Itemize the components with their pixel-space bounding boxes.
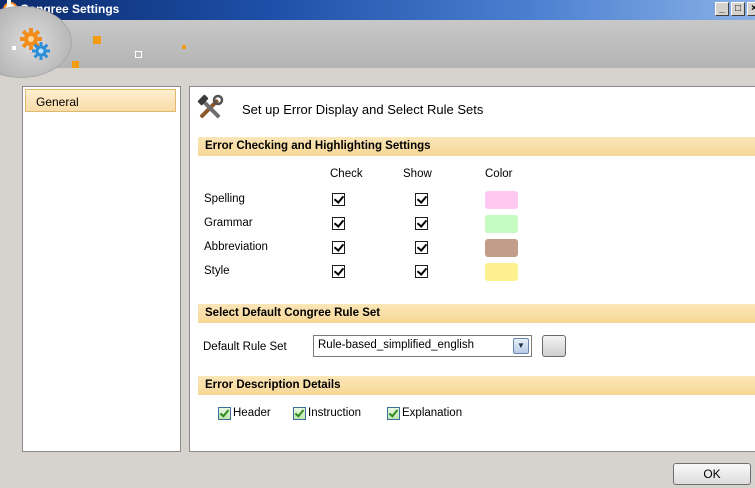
- section-header-rule-set: Select Default Congree Rule Set: [198, 304, 755, 323]
- column-header-show: Show: [403, 168, 432, 180]
- navigation-panel: General: [22, 86, 181, 452]
- grammar-check-checkbox[interactable]: [332, 217, 345, 230]
- decor-square: [12, 46, 16, 50]
- decor-square: [72, 61, 79, 68]
- grammar-color-swatch[interactable]: [485, 215, 518, 233]
- section-header-error-settings: Error Checking and Highlighting Settings: [198, 137, 755, 156]
- column-header-check: Check: [330, 168, 363, 180]
- decor-square: [93, 36, 101, 44]
- rule-set-dropdown[interactable]: Rule-based_simplified_english ▼: [313, 335, 532, 357]
- row-label-style: Style: [204, 265, 230, 277]
- header-option-label: Header: [233, 407, 271, 419]
- page-title: Set up Error Display and Select Rule Set…: [242, 102, 484, 117]
- tools-icon: [197, 94, 224, 119]
- rule-set-value: Rule-based_simplified_english: [318, 339, 474, 351]
- abbreviation-show-checkbox[interactable]: [415, 241, 428, 254]
- decor-square: [135, 51, 142, 58]
- rule-set-label: Default Rule Set: [203, 341, 287, 353]
- decor-square: [182, 45, 186, 49]
- row-label-spelling: Spelling: [204, 193, 245, 205]
- settings-panel: Set up Error Display and Select Rule Set…: [189, 86, 755, 452]
- column-header-color: Color: [485, 168, 513, 180]
- explanation-option-label: Explanation: [402, 407, 463, 419]
- ok-button[interactable]: OK: [673, 463, 751, 485]
- chevron-down-icon[interactable]: ▼: [513, 338, 529, 354]
- abbreviation-check-checkbox[interactable]: [332, 241, 345, 254]
- spelling-check-checkbox[interactable]: [332, 193, 345, 206]
- nav-item-general[interactable]: General: [25, 89, 176, 112]
- title-bar: Congree Settings _ □ ×: [0, 0, 755, 20]
- close-button[interactable]: ×: [747, 2, 755, 16]
- instruction-checkbox[interactable]: [293, 407, 306, 420]
- grammar-show-checkbox[interactable]: [415, 217, 428, 230]
- maximize-button[interactable]: □: [731, 2, 745, 16]
- style-color-swatch[interactable]: [485, 263, 518, 281]
- explanation-checkbox[interactable]: [387, 407, 400, 420]
- abbreviation-color-swatch[interactable]: [485, 239, 518, 257]
- header-banner: [0, 6, 755, 78]
- row-label-grammar: Grammar: [204, 217, 253, 229]
- row-label-abbreviation: Abbreviation: [204, 241, 268, 253]
- instruction-option-label: Instruction: [308, 407, 362, 419]
- section-header-error-description: Error Description Details: [198, 376, 755, 395]
- minimize-button[interactable]: _: [715, 2, 729, 16]
- header-checkbox[interactable]: [218, 407, 231, 420]
- blue-gear-icon: [32, 42, 50, 60]
- style-show-checkbox[interactable]: [415, 265, 428, 278]
- spelling-color-swatch[interactable]: [485, 191, 518, 209]
- window-controls: _ □ ×: [715, 2, 755, 16]
- rule-set-options-button[interactable]: [542, 335, 566, 357]
- spelling-show-checkbox[interactable]: [415, 193, 428, 206]
- style-check-checkbox[interactable]: [332, 265, 345, 278]
